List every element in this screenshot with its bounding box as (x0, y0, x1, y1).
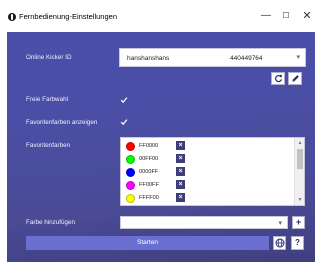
edit-button[interactable] (288, 72, 302, 85)
remove-x-icon[interactable]: × (176, 141, 185, 150)
remove-x-icon[interactable]: × (176, 167, 185, 176)
title-bar: Fernbedienung-Einstellungen — ☐ ✕ (0, 0, 322, 32)
favorite-colors-label: Favoritenfarben (26, 142, 71, 149)
color-swatch (126, 155, 135, 164)
kicker-id-select[interactable]: hanshanshans 440449764 ▾ (119, 48, 306, 67)
color-hex: 00FF00 (139, 156, 159, 162)
list-item[interactable]: 0000FF × (124, 166, 294, 178)
window-title: Fernbedienung-Einstellungen (19, 12, 117, 21)
pencil-icon (292, 75, 299, 82)
favorite-colors-list[interactable]: FF0000 × 00FF00 × 0000FF × FF00FF × FFFF… (120, 137, 305, 206)
color-swatch (126, 142, 135, 151)
chevron-down-icon: ▾ (296, 54, 300, 61)
minimize-button[interactable]: — (255, 8, 277, 24)
chevron-down-icon: ▾ (278, 220, 282, 227)
globe-icon (275, 238, 285, 248)
scroll-up-icon[interactable]: ▲ (295, 138, 304, 148)
list-item[interactable]: 00FF00 × (124, 153, 294, 165)
kicker-id-value: 440449764 (230, 55, 263, 62)
sync-icon (275, 74, 283, 83)
color-hex: FF00FF (139, 182, 159, 188)
maximize-button[interactable]: ☐ (275, 8, 297, 24)
free-color-label: Freie Farbwahl (26, 96, 68, 103)
close-button[interactable]: ✕ (296, 8, 318, 24)
add-color-label: Farbe hinzufügen (26, 219, 76, 226)
add-color-button[interactable]: + (292, 216, 305, 229)
color-hex: FFFF00 (139, 195, 159, 201)
color-swatch (126, 181, 135, 190)
checkmark-icon (120, 119, 128, 126)
remove-x-icon[interactable]: × (176, 193, 185, 202)
help-button[interactable]: ? (291, 236, 304, 250)
kicker-name-value: hanshanshans (127, 55, 170, 62)
list-item[interactable]: FF0000 × (124, 140, 294, 152)
show-favorites-checkbox[interactable] (120, 118, 128, 126)
app-icon (8, 13, 16, 21)
color-hex: 0000FF (139, 169, 159, 175)
free-color-checkbox[interactable] (120, 96, 128, 104)
scroll-thumb[interactable] (297, 149, 303, 169)
remove-x-icon[interactable]: × (176, 180, 185, 189)
list-item[interactable]: FF00FF × (124, 179, 294, 191)
scroll-down-icon[interactable]: ▼ (295, 195, 304, 205)
color-hex: FF0000 (139, 143, 159, 149)
sync-button[interactable] (271, 72, 285, 85)
show-favorites-label: Favoritenfarben anzeigen (26, 119, 98, 126)
list-scrollbar[interactable]: ▲ ▼ (294, 138, 304, 205)
language-button[interactable] (273, 236, 286, 250)
color-swatch (126, 194, 135, 203)
start-button[interactable]: Starten (26, 236, 269, 250)
color-swatch (126, 168, 135, 177)
list-item[interactable]: FFFF00 × (124, 192, 294, 204)
checkmark-icon (120, 97, 128, 104)
remove-x-icon[interactable]: × (176, 154, 185, 163)
add-color-select[interactable]: ▾ (120, 216, 288, 229)
kicker-id-label: Online Kicker ID (26, 54, 72, 61)
